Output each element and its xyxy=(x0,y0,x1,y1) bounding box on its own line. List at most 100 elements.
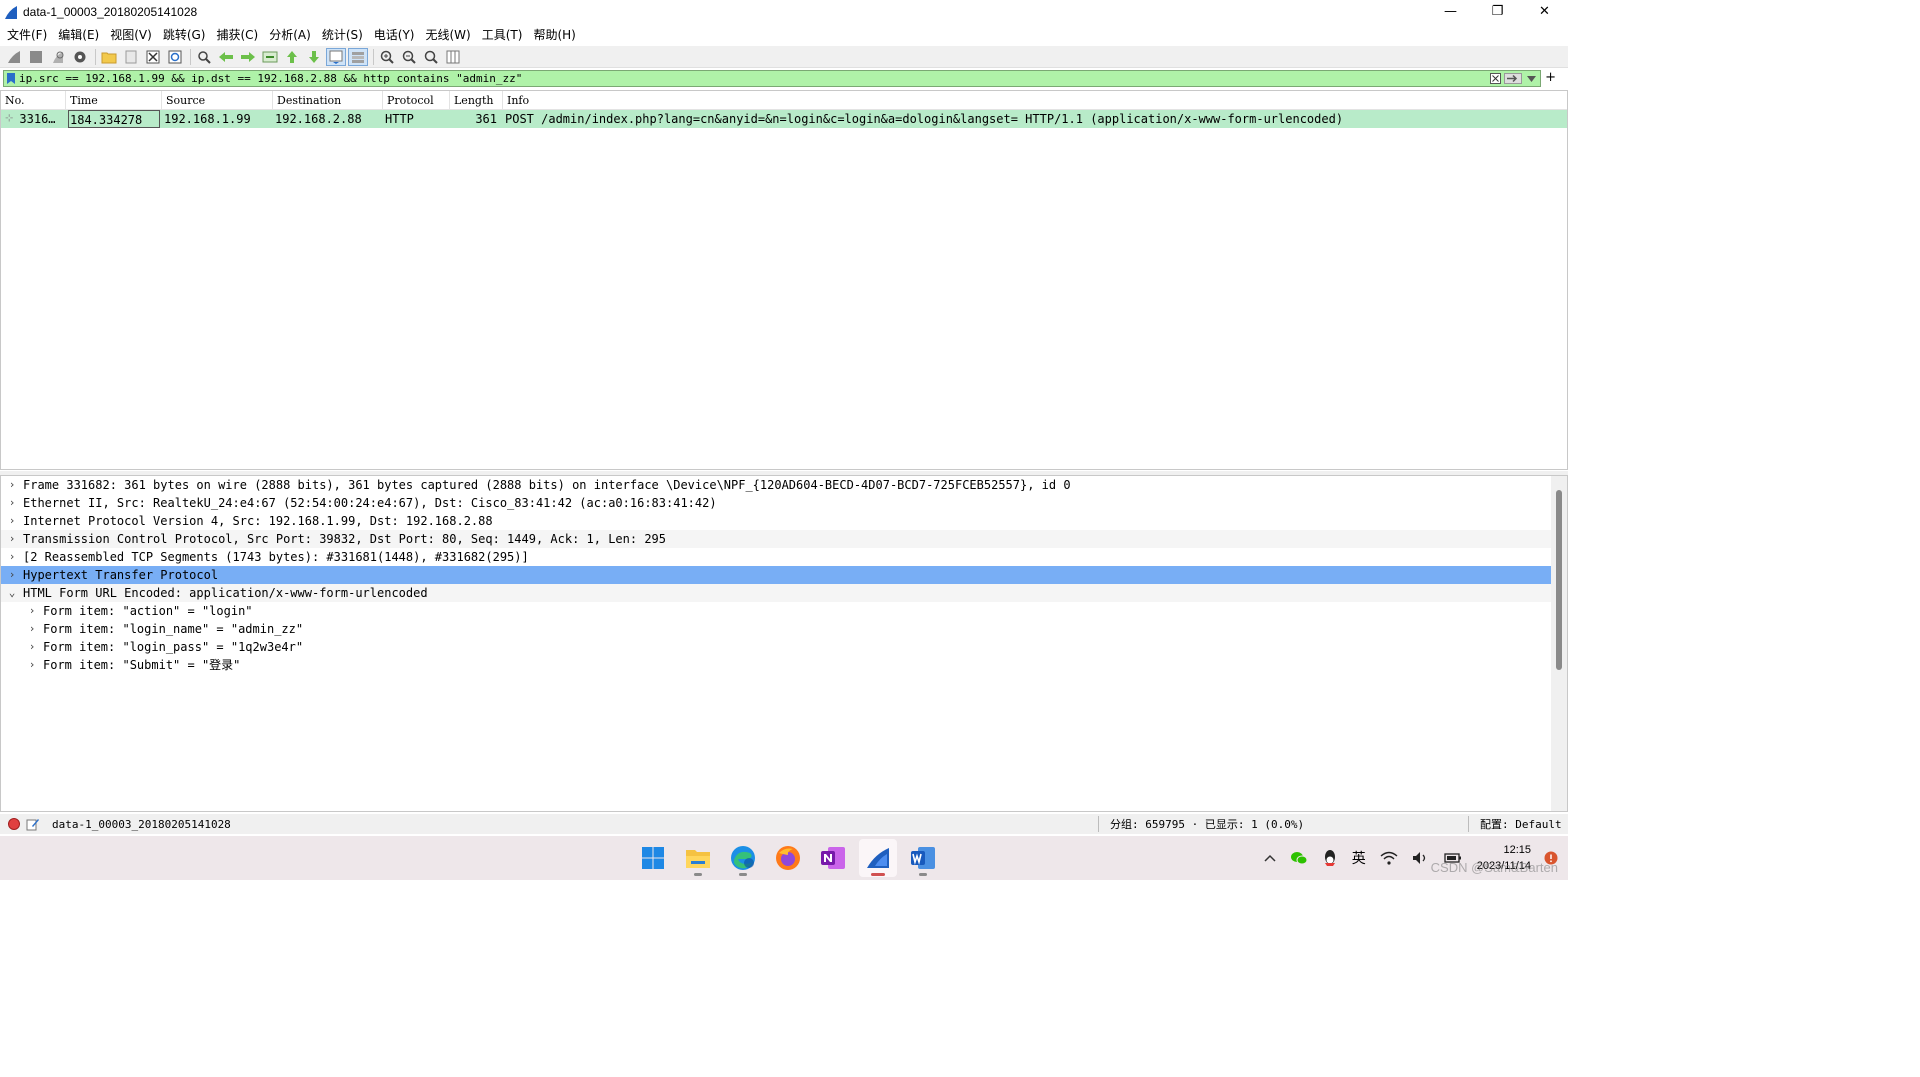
detail-row-ethernet[interactable]: › Ethernet II, Src: RealtekU_24:e4:67 (5… xyxy=(1,494,1551,512)
stop-capture-button[interactable] xyxy=(26,48,46,66)
detail-row-http[interactable]: › Hypertext Transfer Protocol xyxy=(1,566,1551,584)
column-header-destination[interactable]: Destination xyxy=(273,90,383,110)
filter-buttons xyxy=(1486,73,1537,85)
zoom-out-button[interactable] xyxy=(399,48,419,66)
restore-button[interactable]: ❐ xyxy=(1474,0,1521,23)
arrow-right-icon xyxy=(241,51,255,62)
menu-capture[interactable]: 捕获(C) xyxy=(212,26,265,43)
chevron-right-icon[interactable]: › xyxy=(1,476,23,494)
menu-help[interactable]: 帮助(H) xyxy=(529,26,582,43)
menu-statistics[interactable]: 统计(S) xyxy=(318,26,370,43)
details-scrollbar[interactable] xyxy=(1551,476,1567,811)
expert-info-icon[interactable] xyxy=(8,818,20,830)
start-button[interactable] xyxy=(634,839,672,877)
minimize-button[interactable]: — xyxy=(1427,0,1474,23)
status-profile[interactable]: 配置: Default xyxy=(1480,816,1562,832)
packet-time: 184.334278 xyxy=(68,110,160,128)
column-header-source[interactable]: Source xyxy=(162,90,273,110)
open-file-button[interactable] xyxy=(99,48,119,66)
recent-filters-dropdown[interactable] xyxy=(1525,73,1537,85)
detail-row-form-item[interactable]: › Form item: "action" = "login" xyxy=(1,602,1551,620)
onenote-button[interactable] xyxy=(814,839,852,877)
display-filter xyxy=(3,70,1541,87)
capture-options-button[interactable] xyxy=(70,48,90,66)
packet-row[interactable]: ⊹ 3316… 184.334278 192.168.1.99 192.168.… xyxy=(1,110,1567,128)
minimize-icon: — xyxy=(1444,4,1457,19)
menu-view[interactable]: 视图(V) xyxy=(106,26,159,43)
normal-size-button[interactable] xyxy=(421,48,441,66)
autoscroll-button[interactable] xyxy=(326,47,346,66)
bookmark-icon[interactable] xyxy=(6,72,16,85)
chevron-right-icon[interactable]: › xyxy=(1,566,23,584)
close-file-button[interactable] xyxy=(143,48,163,66)
restart-capture-button[interactable] xyxy=(48,48,68,66)
comment-edit-icon[interactable] xyxy=(26,817,40,831)
detail-row-form-item[interactable]: › Form item: "Submit" = "登录" xyxy=(1,656,1551,674)
file-explorer-button[interactable] xyxy=(679,839,717,877)
show-hidden-icons-button[interactable] xyxy=(1264,854,1276,862)
scrollbar-thumb[interactable] xyxy=(1556,490,1562,670)
volume-button[interactable] xyxy=(1412,851,1430,865)
detail-row-frame[interactable]: › Frame 331682: 361 bytes on wire (2888 … xyxy=(1,476,1551,494)
reload-file-button[interactable] xyxy=(165,48,185,66)
start-capture-button[interactable] xyxy=(4,48,24,66)
first-packet-button[interactable] xyxy=(282,48,302,66)
clear-filter-button[interactable] xyxy=(1489,73,1501,85)
shark-fin-icon xyxy=(8,50,20,63)
wechat-tray-icon[interactable] xyxy=(1290,850,1308,866)
column-header-length[interactable]: Length xyxy=(450,90,503,110)
chevron-right-icon[interactable]: › xyxy=(21,602,43,620)
input-method-indicator[interactable]: 英 xyxy=(1352,848,1366,868)
reload-icon xyxy=(168,50,182,63)
edge-browser-button[interactable] xyxy=(724,839,762,877)
colorize-button[interactable] xyxy=(348,47,368,66)
last-packet-button[interactable] xyxy=(304,48,324,66)
firefox-button[interactable] xyxy=(769,839,807,877)
chevron-right-icon[interactable]: › xyxy=(1,530,23,548)
wireshark-taskbar-button[interactable] xyxy=(858,839,897,877)
menu-wireless[interactable]: 无线(W) xyxy=(422,26,478,43)
go-forward-button[interactable] xyxy=(238,48,258,66)
network-button[interactable] xyxy=(1380,851,1398,865)
menu-edit[interactable]: 编辑(E) xyxy=(54,26,106,43)
detail-row-tcp[interactable]: › Transmission Control Protocol, Src Por… xyxy=(1,530,1551,548)
packet-no: 3316… xyxy=(19,112,56,126)
arrow-down-icon xyxy=(309,50,319,63)
display-filter-bar: + xyxy=(0,70,1568,88)
column-header-info[interactable]: Info xyxy=(503,91,1567,110)
edge-icon xyxy=(730,846,755,870)
find-packet-button[interactable] xyxy=(194,48,214,66)
chevron-right-icon[interactable]: › xyxy=(1,494,23,512)
resize-columns-button[interactable] xyxy=(443,48,463,66)
menu-telephony[interactable]: 电话(Y) xyxy=(370,26,422,43)
chevron-right-icon[interactable]: › xyxy=(21,656,43,674)
column-header-no[interactable]: No. xyxy=(1,90,66,110)
detail-row-form-item[interactable]: › Form item: "login_name" = "admin_zz" xyxy=(1,620,1551,638)
zoom-in-button[interactable] xyxy=(377,48,397,66)
detail-row-form[interactable]: ⌄ HTML Form URL Encoded: application/x-w… xyxy=(1,584,1551,602)
menu-go[interactable]: 跳转(G) xyxy=(159,26,213,43)
menu-file[interactable]: 文件(F) xyxy=(3,26,54,43)
chevron-down-icon[interactable]: ⌄ xyxy=(1,584,23,602)
close-button[interactable]: ✕ xyxy=(1521,0,1568,23)
chevron-right-icon[interactable]: › xyxy=(21,620,43,638)
display-filter-input[interactable] xyxy=(19,71,1486,86)
chevron-right-icon[interactable]: › xyxy=(1,512,23,530)
detail-row-reassembled[interactable]: › [2 Reassembled TCP Segments (1743 byte… xyxy=(1,548,1551,566)
word-button[interactable] xyxy=(904,839,942,877)
detail-row-ip[interactable]: › Internet Protocol Version 4, Src: 192.… xyxy=(1,512,1551,530)
zoom-reset-icon xyxy=(424,50,438,64)
go-to-packet-button[interactable] xyxy=(260,48,280,66)
chevron-right-icon[interactable]: › xyxy=(21,638,43,656)
detail-row-form-item[interactable]: › Form item: "login_pass" = "1q2w3e4r" xyxy=(1,638,1551,656)
go-back-button[interactable] xyxy=(216,48,236,66)
column-header-time[interactable]: Time xyxy=(66,90,162,110)
apply-filter-button[interactable] xyxy=(1504,73,1522,85)
chevron-right-icon[interactable]: › xyxy=(1,548,23,566)
menu-tools[interactable]: 工具(T) xyxy=(478,26,530,43)
save-file-button[interactable] xyxy=(121,48,141,66)
menu-analyze[interactable]: 分析(A) xyxy=(265,26,318,43)
add-filter-button[interactable]: + xyxy=(1545,70,1556,85)
qq-tray-icon[interactable] xyxy=(1322,849,1338,867)
column-header-protocol[interactable]: Protocol xyxy=(383,90,450,110)
